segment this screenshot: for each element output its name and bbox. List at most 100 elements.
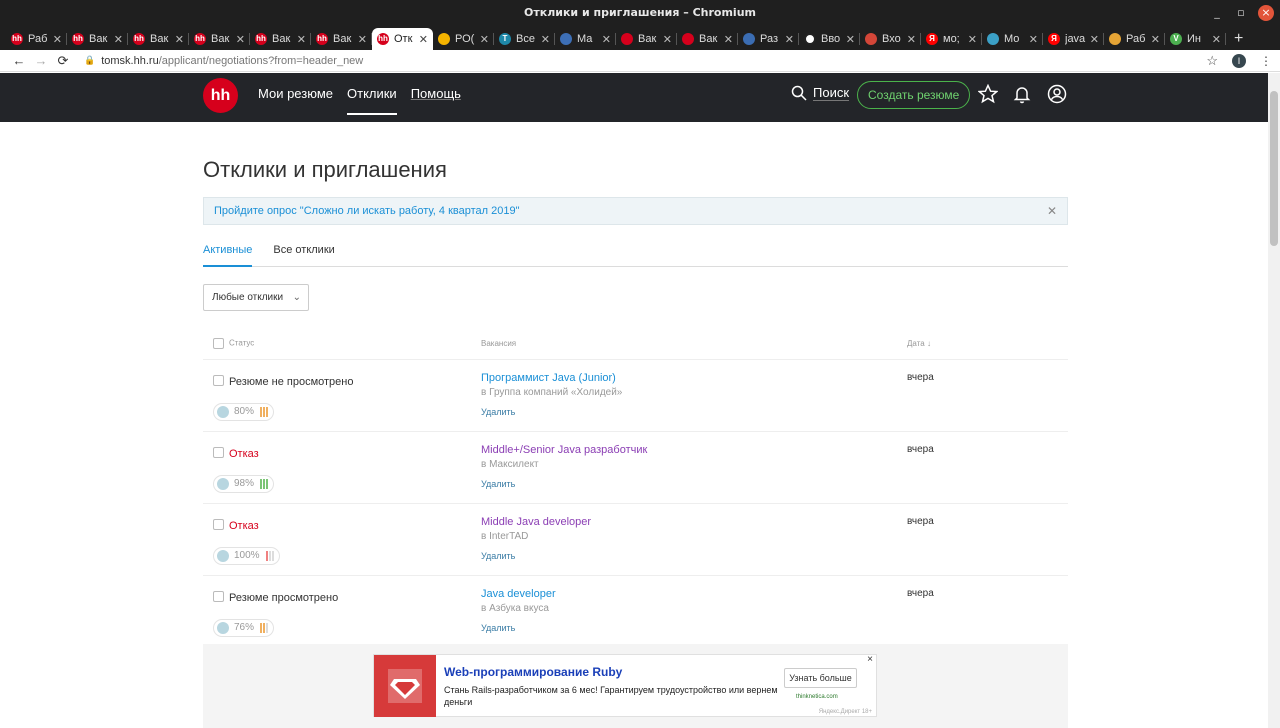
window-title: Отклики и приглашения – Chromium bbox=[524, 6, 756, 19]
tab-favicon-icon bbox=[987, 33, 999, 45]
ad-banner[interactable]: Web-программирование Ruby Стань Rails-ра… bbox=[373, 654, 877, 717]
tab-close-icon[interactable]: ✕ bbox=[846, 33, 855, 46]
tab-close-icon[interactable]: ✕ bbox=[358, 33, 367, 46]
tab-close-icon[interactable]: ✕ bbox=[1212, 33, 1221, 46]
tab-close-icon[interactable]: ✕ bbox=[297, 33, 306, 46]
new-tab-button[interactable]: + bbox=[1226, 28, 1251, 50]
tab-close-icon[interactable]: ✕ bbox=[236, 33, 245, 46]
delete-link[interactable]: Удалить bbox=[481, 479, 907, 489]
tab-close-icon[interactable]: ✕ bbox=[1090, 33, 1099, 46]
browser-tab[interactable]: V Ин ✕ bbox=[1165, 28, 1226, 50]
tab-close-icon[interactable]: ✕ bbox=[968, 33, 977, 46]
nav-responses[interactable]: Отклики bbox=[347, 86, 397, 115]
create-resume-button[interactable]: Создать резюме bbox=[857, 81, 971, 109]
browser-tab[interactable]: Ямо; ✕ bbox=[921, 28, 982, 50]
row-checkbox[interactable] bbox=[213, 446, 224, 458]
profile-avatar[interactable]: I bbox=[1232, 53, 1246, 68]
tab-label: Вак bbox=[150, 33, 169, 45]
tab-close-icon[interactable]: ✕ bbox=[114, 33, 123, 46]
row-checkbox[interactable] bbox=[213, 374, 224, 386]
responses-filter-select[interactable]: Любые отклики ⌄ bbox=[203, 284, 309, 311]
browser-tab[interactable]: hh Вак ✕ bbox=[128, 28, 189, 50]
close-banner-icon[interactable]: ✕ bbox=[1047, 198, 1057, 224]
notifications-bell-icon[interactable] bbox=[1012, 84, 1032, 104]
tab-close-icon[interactable]: ✕ bbox=[175, 33, 184, 46]
delete-link[interactable]: Удалить bbox=[481, 551, 907, 561]
user-profile-icon[interactable] bbox=[1047, 84, 1067, 104]
tab-close-icon[interactable]: ✕ bbox=[663, 33, 672, 46]
select-all-checkbox[interactable] bbox=[213, 337, 224, 349]
tab-close-icon[interactable]: ✕ bbox=[53, 33, 62, 46]
tab-label: Раз bbox=[760, 33, 779, 45]
forward-arrow-icon[interactable]: → bbox=[30, 53, 52, 68]
tab-close-icon[interactable]: ✕ bbox=[419, 33, 428, 46]
browser-tab[interactable]: Вак ✕ bbox=[616, 28, 677, 50]
tab-close-icon[interactable]: ✕ bbox=[785, 33, 794, 46]
tab-close-icon[interactable]: ✕ bbox=[1151, 33, 1160, 46]
response-date: вчера bbox=[907, 371, 934, 383]
delete-link[interactable]: Удалить bbox=[481, 623, 907, 633]
match-pie-icon bbox=[217, 405, 229, 418]
url-field[interactable]: 🔒 tomsk.hh.ru/applicant/negotiations?fro… bbox=[84, 55, 1206, 67]
ad-learn-more-button[interactable]: Узнать больше bbox=[784, 668, 857, 688]
scrollbar-thumb[interactable] bbox=[1270, 91, 1278, 246]
tab-favicon-icon bbox=[1109, 33, 1121, 45]
tab-favicon-icon: V bbox=[1170, 33, 1182, 45]
browser-tab[interactable]: T Все ✕ bbox=[494, 28, 555, 50]
tab-close-icon[interactable]: ✕ bbox=[1029, 33, 1038, 46]
favorites-star-icon[interactable] bbox=[978, 84, 998, 104]
column-date[interactable]: Дата bbox=[907, 339, 925, 348]
delete-link[interactable]: Удалить bbox=[481, 407, 907, 417]
browser-tab[interactable]: Раб ✕ bbox=[1104, 28, 1165, 50]
vacancy-company: в Максилект bbox=[481, 458, 539, 470]
tab-close-icon[interactable]: ✕ bbox=[724, 33, 733, 46]
tab-active[interactable]: Активные bbox=[203, 242, 253, 267]
browser-tab[interactable]: Вхо ✕ bbox=[860, 28, 921, 50]
row-checkbox[interactable] bbox=[213, 590, 224, 602]
hh-logo[interactable]: hh bbox=[203, 78, 238, 113]
browser-tab[interactable]: hh Отк ✕ bbox=[372, 28, 433, 50]
nav-my-resumes[interactable]: Мои резюме bbox=[258, 86, 333, 115]
browser-tab[interactable]: hh Раб ✕ bbox=[6, 28, 67, 50]
ad-title[interactable]: Web-программирование Ruby bbox=[444, 665, 622, 679]
browser-tab[interactable]: hh Вак ✕ bbox=[67, 28, 128, 50]
browser-tab[interactable]: hh Вак ✕ bbox=[189, 28, 250, 50]
vacancy-link[interactable]: Java developer bbox=[481, 588, 907, 600]
ad-close-icon[interactable]: × bbox=[867, 654, 873, 665]
scrollbar[interactable] bbox=[1268, 73, 1280, 728]
search-link[interactable]: Поиск bbox=[791, 85, 850, 101]
ad-domain[interactable]: thinknetica.com bbox=[796, 694, 838, 700]
tab-close-icon[interactable]: ✕ bbox=[907, 33, 916, 46]
close-window-button[interactable]: × bbox=[1258, 5, 1274, 21]
tab-close-icon[interactable]: ✕ bbox=[480, 33, 489, 46]
back-arrow-icon[interactable]: ← bbox=[8, 53, 30, 68]
tab-label: Все bbox=[516, 33, 535, 45]
nav-help[interactable]: Помощь bbox=[411, 86, 461, 115]
reload-icon[interactable]: ⟳ bbox=[52, 53, 74, 69]
browser-tab[interactable]: Вак ✕ bbox=[677, 28, 738, 50]
browser-tab[interactable]: Ма ✕ bbox=[555, 28, 616, 50]
maximize-button[interactable]: ▫ bbox=[1232, 4, 1250, 22]
match-bars-icon bbox=[260, 406, 269, 417]
browser-tab[interactable]: hh Вак ✕ bbox=[250, 28, 311, 50]
vacancy-link[interactable]: Middle Java developer bbox=[481, 516, 907, 528]
tab-all-responses[interactable]: Все отклики bbox=[273, 242, 334, 266]
browser-tab[interactable]: Яjava ✕ bbox=[1043, 28, 1104, 50]
browser-tab[interactable]: Мо ✕ bbox=[982, 28, 1043, 50]
browser-tab[interactable]: hh Вак ✕ bbox=[311, 28, 372, 50]
vacancy-link[interactable]: Программист Java (Junior) bbox=[481, 372, 907, 384]
minimize-button[interactable]: _ bbox=[1208, 4, 1226, 22]
match-percent: 100% bbox=[234, 550, 260, 561]
browser-tab[interactable]: Раз ✕ bbox=[738, 28, 799, 50]
menu-icon[interactable]: ⋮ bbox=[1260, 54, 1272, 68]
tab-close-icon[interactable]: ✕ bbox=[602, 33, 611, 46]
main-content: Отклики и приглашения Пройдите опрос "Сл… bbox=[203, 122, 1068, 648]
browser-tab[interactable]: Вво ✕ bbox=[799, 28, 860, 50]
vacancy-link[interactable]: Middle+/Senior Java разработчик bbox=[481, 444, 907, 456]
row-checkbox[interactable] bbox=[213, 518, 224, 530]
ad-image[interactable] bbox=[374, 655, 436, 717]
tab-close-icon[interactable]: ✕ bbox=[541, 33, 550, 46]
browser-tab[interactable]: РО(✕ bbox=[433, 28, 494, 50]
survey-link[interactable]: Пройдите опрос "Сложно ли искать работу,… bbox=[214, 205, 519, 217]
bookmark-star-icon[interactable]: ☆ bbox=[1206, 53, 1218, 69]
